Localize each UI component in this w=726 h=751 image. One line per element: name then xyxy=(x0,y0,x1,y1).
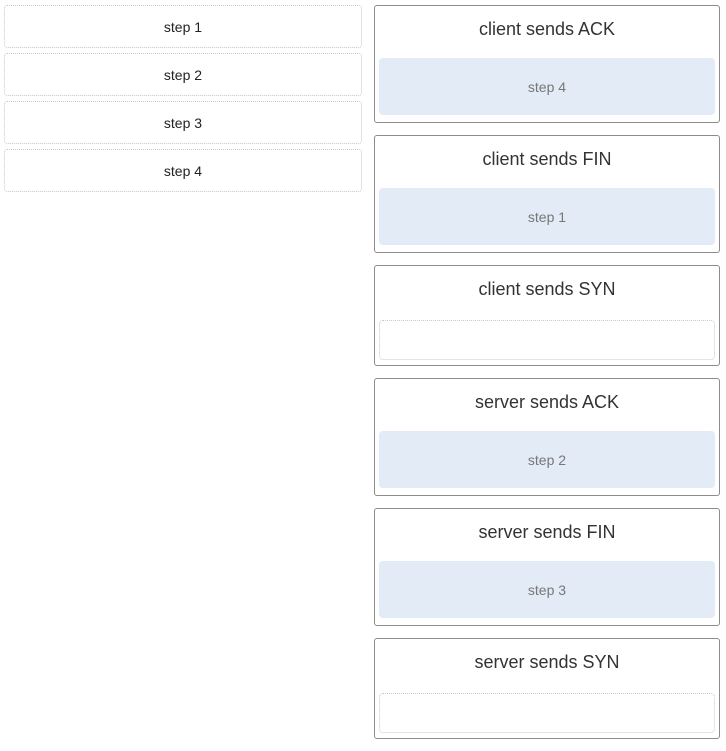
drop-slot[interactable]: step 4 xyxy=(379,58,715,115)
drop-target-server-sends-fin: server sends FIN step 3 xyxy=(374,508,720,626)
drop-target-client-sends-syn: client sends SYN xyxy=(374,265,720,366)
target-title: client sends FIN xyxy=(482,149,612,169)
drop-target-client-sends-ack: client sends ACK step 4 xyxy=(374,5,720,123)
drop-target-client-sends-fin: client sends FIN step 1 xyxy=(374,135,720,253)
target-title: client sends ACK xyxy=(478,19,616,39)
drop-slot[interactable]: step 2 xyxy=(379,431,715,488)
drag-option-step-3[interactable]: step 3 xyxy=(4,101,362,144)
target-title: server sends FIN xyxy=(478,522,616,542)
drop-slot[interactable]: step 3 xyxy=(379,561,715,618)
drag-option-step-4[interactable]: step 4 xyxy=(4,149,362,192)
drop-target-server-sends-ack: server sends ACK step 2 xyxy=(374,378,720,496)
drop-slot[interactable]: step 1 xyxy=(379,188,715,245)
drop-targets-list: client sends ACK step 4 client sends FIN… xyxy=(374,5,720,751)
drop-slot-empty[interactable] xyxy=(379,693,715,733)
drag-option-step-1[interactable]: step 1 xyxy=(4,5,362,48)
target-title: server sends SYN xyxy=(474,652,620,672)
target-title: server sends ACK xyxy=(474,392,620,412)
drop-slot-empty[interactable] xyxy=(379,320,715,360)
drop-target-server-sends-syn: server sends SYN xyxy=(374,638,720,739)
drag-option-step-2[interactable]: step 2 xyxy=(4,53,362,96)
target-title: client sends SYN xyxy=(478,279,616,299)
draggable-options-list: step 1 step 2 step 3 step 4 xyxy=(4,5,362,197)
